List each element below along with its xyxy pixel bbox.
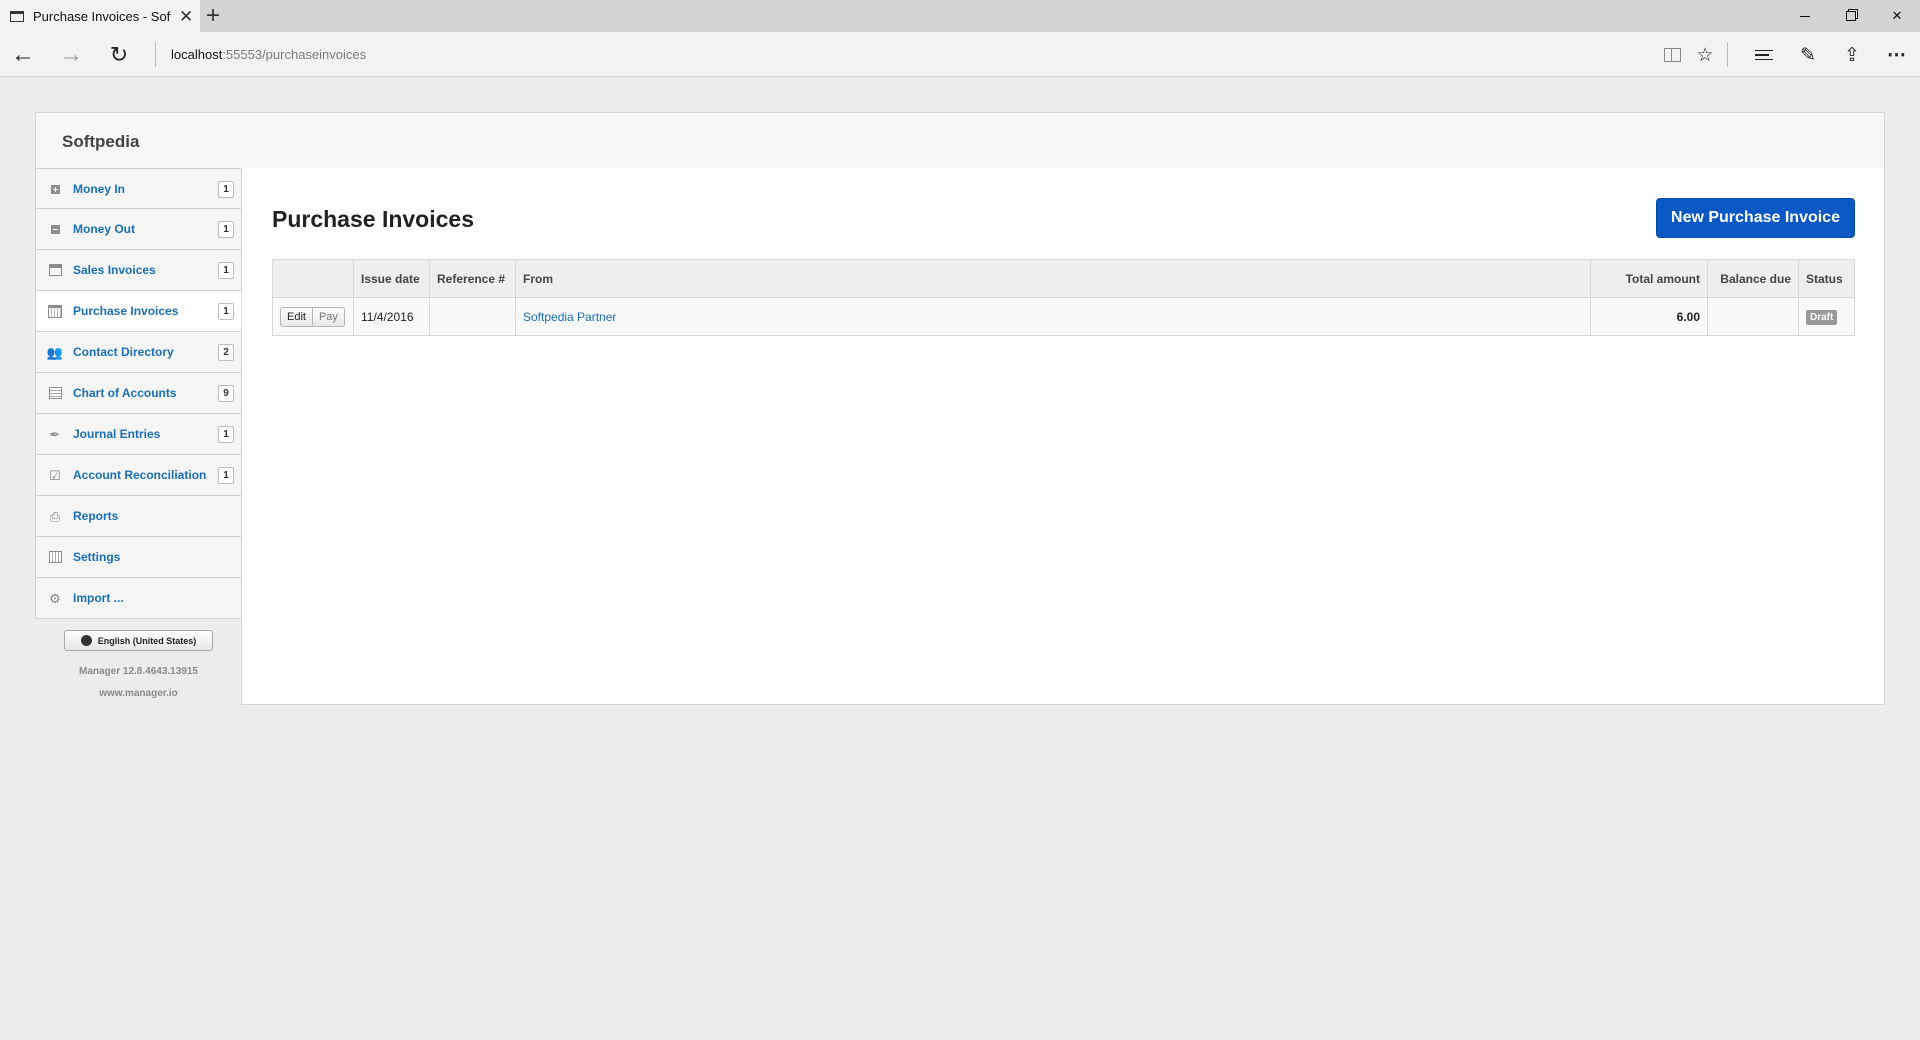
column-header-status[interactable]: Status [1798,259,1855,298]
hub-icon[interactable] [1749,40,1779,70]
column-header-total-amount[interactable]: Total amount [1590,259,1708,298]
sidebar-item-label: Import ... [73,591,124,605]
browser-tab-bar: Purchase Invoices - Soft ✕ + ✕ [0,0,1920,32]
sidebar-item-label: Chart of Accounts [73,386,177,400]
restore-button[interactable] [1828,0,1874,32]
count-badge: 1 [218,181,234,198]
settings-icon [47,549,63,565]
table-header-row: Issue date Reference # From Total amount… [272,259,1855,298]
balance-due-cell [1707,297,1799,336]
company-name[interactable]: Softpedia [62,132,139,152]
tab-title: Purchase Invoices - Soft [33,8,171,24]
restore-icon [1846,11,1856,21]
reference-cell [429,297,516,336]
count-badge: 1 [218,426,234,443]
from-cell: Softpedia Partner [515,297,1591,336]
sidebar: Money In 1 Money Out 1 Sales Invoices 1 … [35,168,242,619]
back-arrow-icon[interactable]: ← [8,40,38,70]
sidebar-item-label: Money In [73,182,126,196]
pen-icon: ✒ [49,426,61,442]
sidebar-item-reports[interactable]: ⎙ Reports [35,496,242,537]
close-tab-icon[interactable]: ✕ [179,8,193,25]
sidebar-item-import[interactable]: ⚙ Import ... [35,578,242,619]
column-header-from[interactable]: From [515,259,1591,298]
count-badge: 2 [218,344,234,361]
sidebar-item-chart-of-accounts[interactable]: Chart of Accounts 9 [35,373,242,414]
language-button[interactable]: English (United States) [64,630,213,651]
sidebar-item-label: Reports [73,509,119,523]
sidebar-item-account-reconciliation[interactable]: ☑ Account Reconciliation 1 [35,455,242,496]
minimize-icon [1800,15,1810,17]
reading-view-icon[interactable] [1657,40,1687,70]
checkbox-icon: ☑ [49,467,61,483]
sidebar-item-label: Contact Directory [73,345,174,359]
website-link[interactable]: www.manager.io [35,688,242,699]
sidebar-item-label: Journal Entries [73,427,161,441]
version-label: Manager 12.8.4643.13915 [79,666,198,677]
language-label: English (United States) [97,635,197,646]
divider [1727,42,1728,67]
refresh-icon[interactable]: ↻ [104,40,134,70]
issue-date-cell: 11/4/2016 [353,297,430,336]
sidebar-item-sales-invoices[interactable]: Sales Invoices 1 [35,250,242,291]
sidebar-item-settings[interactable]: Settings [35,537,242,578]
cash-register-icon [47,262,63,278]
calendar-icon [47,303,63,319]
people-icon: 👥 [46,344,64,360]
column-header-reference[interactable]: Reference # [429,259,516,298]
status-badge: Draft [1806,309,1838,325]
browser-toolbar: ← → ↻ localhost:55553/purchaseinvoices ☆… [0,32,1920,77]
sidebar-item-label: Money Out [73,222,135,236]
count-badge: 1 [218,221,234,238]
new-purchase-invoice-button[interactable]: New Purchase Invoice [1656,198,1855,238]
page-title: Purchase Invoices [272,206,474,232]
column-header-actions [272,259,354,298]
sidebar-item-purchase-invoices[interactable]: Purchase Invoices 1 [35,291,242,332]
forward-arrow-icon[interactable]: → [56,40,86,70]
sidebar-item-label: Account Reconciliation [73,468,207,482]
invoices-table: Issue date Reference # From Total amount… [272,259,1855,336]
import-icon: ⚙ [49,590,61,606]
address-bar[interactable]: localhost:55553/purchaseinvoices [171,47,366,62]
minus-square-icon [47,221,63,237]
contact-link[interactable]: Softpedia Partner [523,310,616,324]
minimize-button[interactable] [1782,0,1828,32]
web-note-icon[interactable]: ✎ [1793,40,1823,70]
plus-square-icon [47,181,63,197]
more-icon[interactable]: ⋯ [1882,40,1912,70]
pay-button[interactable]: Pay [312,306,345,327]
favorite-star-icon[interactable]: ☆ [1690,40,1720,70]
new-tab-button[interactable]: + [206,3,220,29]
globe-icon [80,635,92,646]
main-content: Purchase Invoices New Purchase Invoice I… [241,168,1885,705]
sidebar-item-journal-entries[interactable]: ✒ Journal Entries 1 [35,414,242,455]
count-badge: 9 [218,385,234,402]
sidebar-item-contact-directory[interactable]: 👥 Contact Directory 2 [35,332,242,373]
row-actions-cell: Edit Pay [272,297,354,336]
printer-icon: ⎙ [49,508,61,524]
close-window-button[interactable]: ✕ [1874,0,1920,32]
sidebar-item-label: Sales Invoices [73,263,156,277]
table-row: Edit Pay 11/4/2016 Softpedia Partner 6.00… [272,297,1855,336]
count-badge: 1 [218,303,234,320]
sidebar-item-money-out[interactable]: Money Out 1 [35,209,242,250]
browser-tab[interactable]: Purchase Invoices - Soft ✕ [0,0,200,32]
share-icon[interactable]: ⇪ [1837,40,1867,70]
count-badge: 1 [218,262,234,279]
sidebar-item-label: Purchase Invoices [73,304,179,318]
sidebar-item-label: Settings [73,550,121,564]
column-header-issue-date[interactable]: Issue date [353,259,430,298]
url-path: :55553/purchaseinvoices [222,47,367,62]
ledger-icon [47,385,63,401]
total-amount-cell: 6.00 [1590,297,1708,336]
status-cell: Draft [1798,297,1855,336]
app-header: Softpedia [35,112,1885,169]
page-icon [10,10,24,22]
sidebar-item-money-in[interactable]: Money In 1 [35,168,242,209]
url-host: localhost [171,47,223,62]
divider [155,42,156,67]
edit-button[interactable]: Edit [280,306,313,327]
count-badge: 1 [218,467,234,484]
column-header-balance-due[interactable]: Balance due [1707,259,1799,298]
